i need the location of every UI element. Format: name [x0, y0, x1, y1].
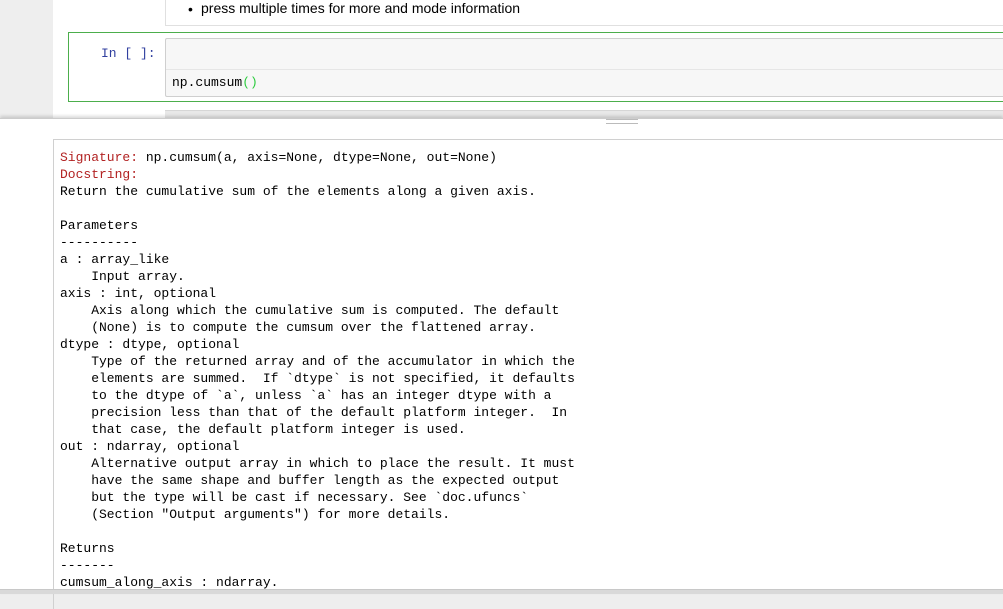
input-prompt: In [ ]:	[101, 46, 156, 61]
notebook-area: • press multiple times for more and mode…	[0, 0, 1003, 119]
code-parens: ()	[242, 75, 258, 90]
signature-label: Signature:	[60, 150, 139, 165]
docstring-line: but the type will be cast if necessary. …	[91, 490, 529, 505]
code-function-name: np.cumsum	[172, 75, 243, 90]
docstring-label: Docstring:	[60, 167, 139, 182]
docstring-line: axis : int, optional	[60, 286, 217, 301]
code-input-area[interactable]: np.cumsum()	[165, 38, 1003, 97]
markdown-cell[interactable]: • press multiple times for more and mode…	[165, 0, 1003, 26]
docstring-line: dtype : dtype, optional	[60, 337, 240, 352]
docstring-line: elements are summed. If `dtype` is not s…	[91, 371, 575, 386]
docstring-line: Input array.	[91, 269, 185, 284]
docstring-line: Return the cumulative sum of the element…	[60, 184, 536, 199]
docstring-line: to the dtype of `a`, unless `a` has an i…	[91, 388, 552, 403]
docstring-line: -------	[60, 558, 115, 573]
markdown-bullet-text: press multiple times for more and mode i…	[201, 0, 521, 16]
pager-panel: Signature: np.cumsum(a, axis=None, dtype…	[0, 118, 1003, 609]
signature-value: np.cumsum(a, axis=None, dtype=None, out=…	[138, 150, 497, 165]
docstring-line: that case, the default platform integer …	[91, 422, 466, 437]
docstring-line: Type of the returned array and of the ac…	[91, 354, 575, 369]
docstring-line: out : ndarray, optional	[60, 439, 240, 454]
docstring-text: Signature: np.cumsum(a, axis=None, dtype…	[54, 140, 1003, 591]
docstring-line: precision less than that of the default …	[91, 405, 568, 420]
docstring-line: cumsum_along_axis : ndarray.	[60, 575, 279, 590]
docstring-line: Returns	[60, 541, 115, 556]
pager-resize-handle[interactable]	[606, 119, 638, 124]
docstring-line: Parameters	[60, 218, 139, 233]
docstring-line: (Section "Output arguments") for more de…	[91, 507, 451, 522]
code-cell[interactable]: In [ ]: np.cumsum()	[68, 32, 1003, 102]
docstring-body: Return the cumulative sum of the element…	[60, 184, 575, 590]
bullet-icon: •	[188, 1, 193, 17]
docstring-line: a : array_like	[60, 252, 170, 267]
docstring-line: ----------	[60, 235, 139, 250]
docstring-line: Axis along which the cumulative sum is c…	[91, 303, 560, 318]
code-line[interactable]: np.cumsum()	[172, 75, 258, 90]
docstring-line: Alternative output array in which to pla…	[91, 456, 575, 471]
horizontal-scrollbar[interactable]	[0, 589, 1003, 594]
docstring-line: (None) is to compute the cumsum over the…	[91, 320, 536, 335]
docstring-line: have the same shape and buffer length as…	[91, 473, 560, 488]
code-input-top	[166, 39, 1003, 70]
pager-content[interactable]: Signature: np.cumsum(a, axis=None, dtype…	[53, 139, 1003, 609]
